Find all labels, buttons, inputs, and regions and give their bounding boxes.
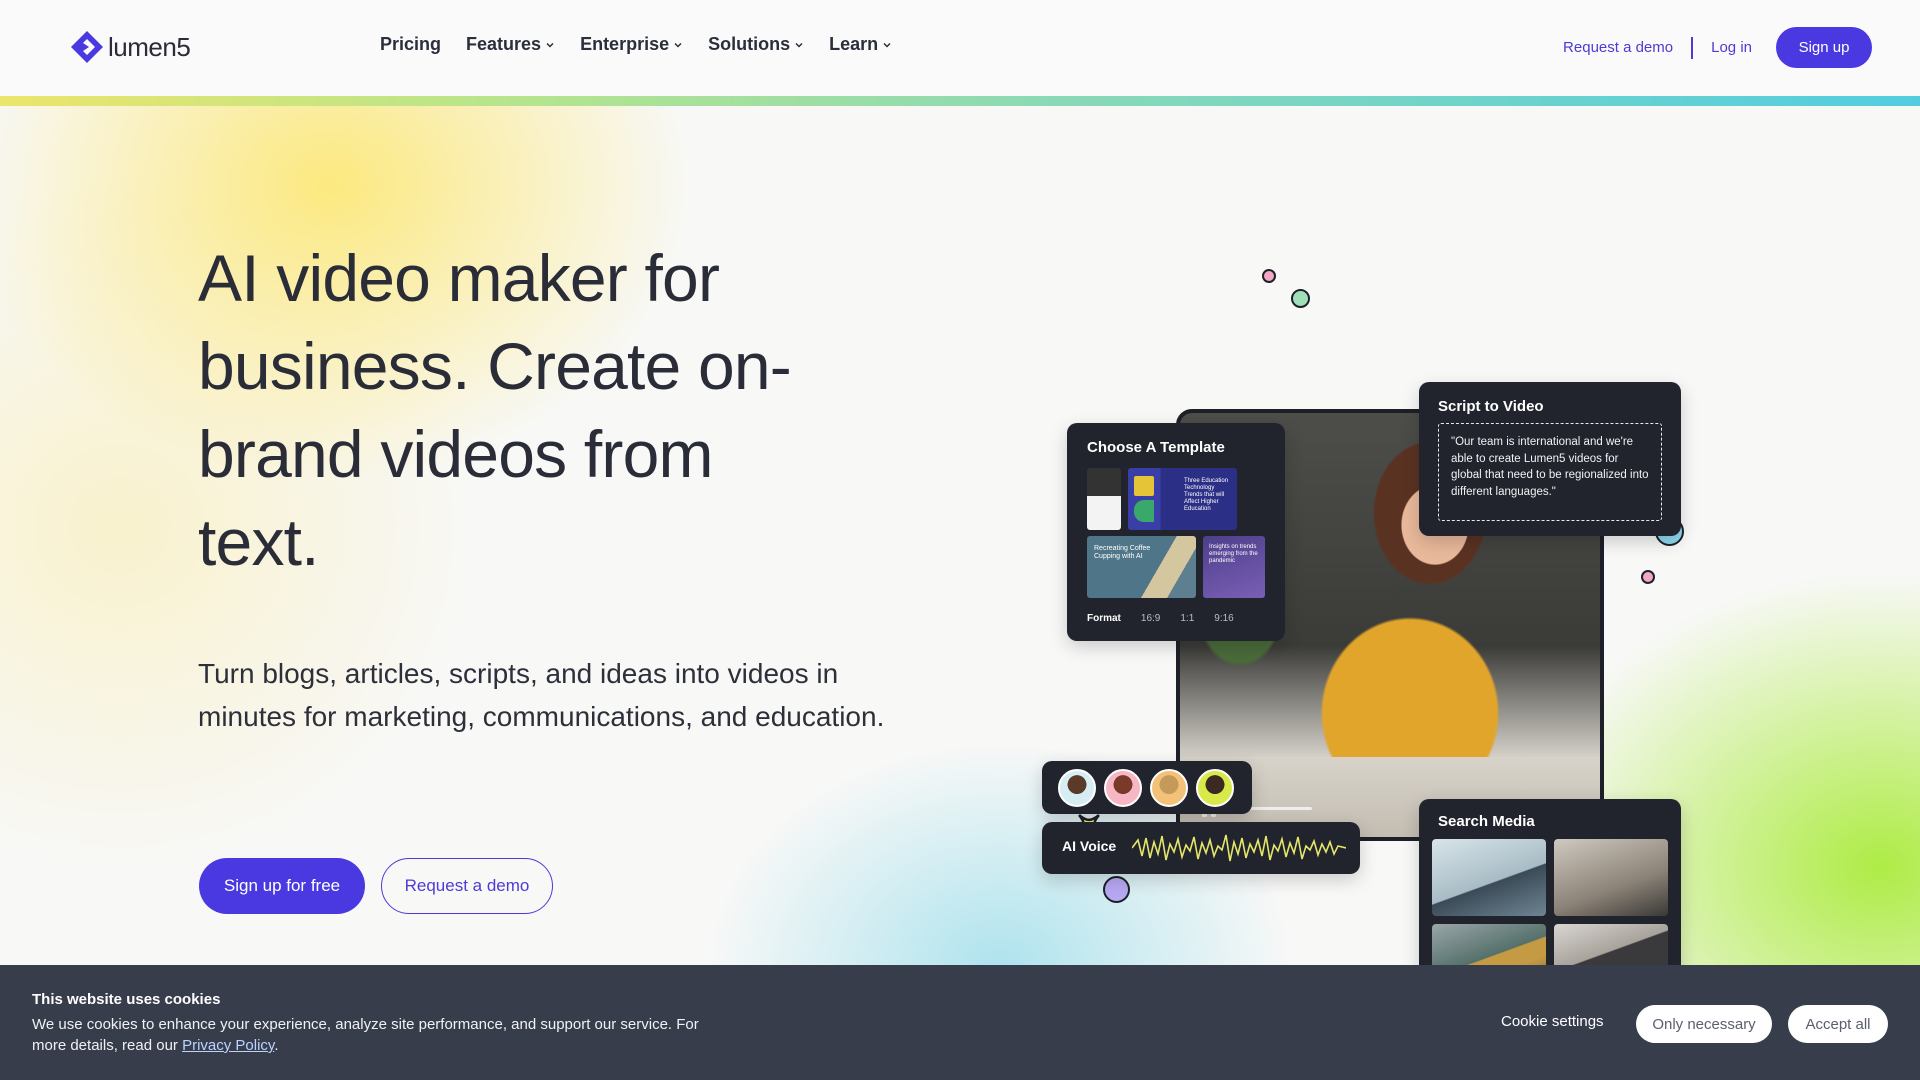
chevron-down-icon bbox=[546, 42, 554, 48]
nav-request-demo-link[interactable]: Request a demo bbox=[1563, 39, 1673, 56]
template-thumbnail[interactable]: Recreating Coffee Cupping with AI bbox=[1087, 536, 1196, 598]
decorative-dot bbox=[1262, 269, 1276, 283]
nav-enterprise-label: Enterprise bbox=[580, 34, 670, 54]
template-thumbnail[interactable]: Three Education Technology Trends that w… bbox=[1128, 468, 1237, 530]
ai-voice-card: AI Voice bbox=[1042, 822, 1360, 874]
template-thumbnail-text: Insights on trends emerging from the pan… bbox=[1209, 544, 1258, 564]
lumen5-logo-icon bbox=[71, 31, 103, 63]
nav-enterprise[interactable]: Enterprise bbox=[580, 34, 683, 55]
nav-divider bbox=[1691, 36, 1694, 59]
nav-login-link[interactable]: Log in bbox=[1711, 39, 1752, 56]
media-thumbnail[interactable] bbox=[1432, 924, 1546, 966]
cookie-banner: This website uses cookies We use cookies… bbox=[0, 965, 1920, 1080]
nav-pricing[interactable]: Pricing bbox=[380, 34, 441, 55]
media-thumbnail[interactable] bbox=[1432, 839, 1546, 916]
nav-features[interactable]: Features bbox=[466, 34, 555, 55]
gradient-divider bbox=[0, 96, 1920, 106]
search-media-card: Search Media bbox=[1419, 799, 1681, 966]
decorative-dot bbox=[1103, 876, 1130, 903]
hero-headline: AI video maker for business. Create on-b… bbox=[198, 241, 792, 579]
voice-avatars-card bbox=[1042, 761, 1252, 814]
script-to-video-card: Script to Video "Our team is internation… bbox=[1419, 382, 1681, 536]
avatar[interactable] bbox=[1196, 769, 1234, 807]
nav-pricing-label: Pricing bbox=[380, 34, 442, 54]
only-necessary-button[interactable]: Only necessary bbox=[1636, 1005, 1772, 1043]
format-selector: Format 16:9 1:1 9:16 bbox=[1087, 613, 1234, 624]
hero-subheadline: Turn blogs, articles, scripts, and ideas… bbox=[198, 658, 885, 732]
hero-section: AI video maker for business. Create on-b… bbox=[0, 106, 1920, 966]
template-card-title: Choose A Template bbox=[1087, 439, 1225, 456]
template-thumbnail-text: Recreating Coffee Cupping with AI bbox=[1094, 545, 1151, 560]
nav-solutions-label: Solutions bbox=[708, 34, 791, 54]
nav-learn[interactable]: Learn bbox=[829, 34, 892, 55]
format-option[interactable]: 9:16 bbox=[1214, 613, 1233, 624]
cookie-settings-link[interactable]: Cookie settings bbox=[1501, 1013, 1604, 1030]
request-demo-button[interactable]: Request a demo bbox=[381, 858, 553, 914]
template-thumbnail[interactable]: Insights on trends emerging from the pan… bbox=[1203, 536, 1265, 598]
main-menu: Pricing Features Enterprise Solutions Le… bbox=[380, 34, 892, 55]
chevron-down-icon bbox=[795, 42, 803, 48]
avatar[interactable] bbox=[1058, 769, 1096, 807]
accept-all-button[interactable]: Accept all bbox=[1788, 1005, 1888, 1043]
template-thumbnail[interactable] bbox=[1087, 468, 1121, 530]
decorative-dot bbox=[1291, 289, 1310, 308]
chevron-down-icon bbox=[674, 42, 682, 48]
search-media-title: Search Media bbox=[1438, 813, 1535, 830]
nav-features-label: Features bbox=[466, 34, 542, 54]
script-quote: "Our team is international and we're abl… bbox=[1438, 423, 1662, 521]
signup-free-button[interactable]: Sign up for free bbox=[199, 858, 365, 914]
lumen5-logo[interactable]: lumen5 bbox=[70, 30, 191, 64]
nav-signup-button[interactable]: Sign up bbox=[1776, 27, 1872, 68]
choose-template-card: Choose A Template Three Education Techno… bbox=[1067, 423, 1285, 641]
nav-learn-label: Learn bbox=[829, 34, 879, 54]
format-label: Format bbox=[1087, 613, 1121, 624]
cookie-text: We use cookies to enhance your experienc… bbox=[32, 1016, 699, 1054]
decorative-dot bbox=[1641, 570, 1655, 584]
template-thumbnail-text: Three Education Technology Trends that w… bbox=[1184, 478, 1229, 512]
cookie-text-end: . bbox=[274, 1037, 279, 1054]
privacy-policy-link[interactable]: Privacy Policy bbox=[182, 1037, 274, 1054]
chevron-down-icon bbox=[883, 42, 891, 48]
format-option[interactable]: 16:9 bbox=[1141, 613, 1160, 624]
avatar[interactable] bbox=[1104, 769, 1142, 807]
nav-solutions[interactable]: Solutions bbox=[708, 34, 804, 55]
format-option[interactable]: 1:1 bbox=[1180, 613, 1194, 624]
script-card-title: Script to Video bbox=[1438, 398, 1544, 415]
cookie-title: This website uses cookies bbox=[32, 991, 221, 1008]
media-thumbnail[interactable] bbox=[1554, 839, 1668, 916]
ai-voice-title: AI Voice bbox=[1062, 838, 1117, 854]
avatar[interactable] bbox=[1150, 769, 1188, 807]
cookie-description: We use cookies to enhance your experienc… bbox=[32, 1014, 732, 1056]
waveform-icon bbox=[1132, 834, 1346, 862]
brand-name: lumen5 bbox=[108, 31, 191, 62]
top-navigation: lumen5 Pricing Features Enterprise Solut… bbox=[0, 0, 1920, 96]
media-thumbnail[interactable] bbox=[1554, 924, 1668, 966]
nav-actions: Request a demo Log in Sign up bbox=[1563, 27, 1872, 68]
